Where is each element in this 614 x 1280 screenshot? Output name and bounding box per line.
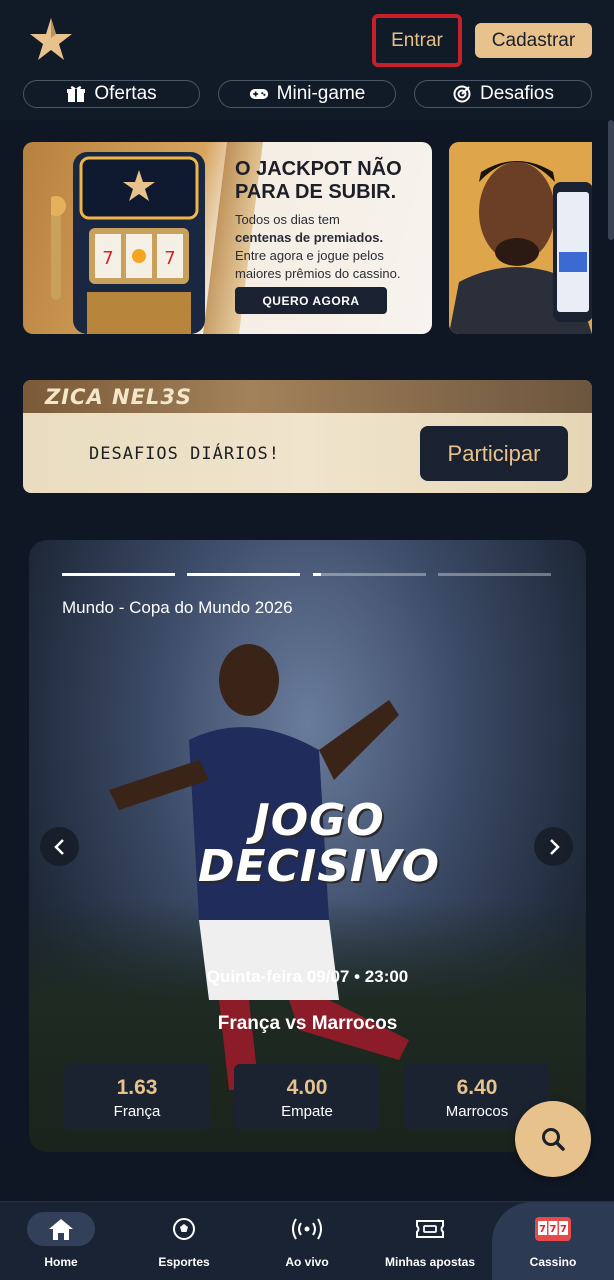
nav-label: Home (44, 1255, 78, 1269)
ambassador-illustration (449, 142, 592, 334)
odd-home-button[interactable]: 1.63 França (64, 1064, 210, 1130)
ticket-icon (415, 1212, 445, 1246)
carousel-progress-3 (313, 573, 426, 576)
promo-text-2: Entre agora e jogue pelos maiores prêmio… (235, 248, 401, 281)
featured-match-carousel[interactable]: Mundo - Copa do Mundo 2026 JOGO DECISIVO… (29, 540, 586, 1152)
odd-value: 6.40 (456, 1076, 498, 1099)
slot-machine-illustration: 7 7 (51, 152, 205, 334)
minigame-pill[interactable]: Mini-game (218, 80, 396, 108)
home-icon (27, 1212, 95, 1246)
gift-icon (67, 86, 86, 102)
page-scrollbar[interactable] (608, 120, 614, 240)
odd-value: 4.00 (286, 1076, 328, 1099)
match-teams: França vs Marrocos (217, 1013, 398, 1034)
promo-text-bold: centenas de premiados. (235, 230, 384, 245)
offers-pill-label: Ofertas (94, 83, 157, 104)
nav-label: Esportes (158, 1255, 210, 1269)
carousel-prev-button[interactable] (40, 827, 79, 866)
gamepad-icon (249, 89, 268, 99)
promo-title: O JACKPOT NÃO PARA DE SUBIR. (235, 158, 402, 203)
nav-home[interactable]: Home (6, 1202, 116, 1280)
odd-draw-button[interactable]: 4.00 Empate (234, 1064, 380, 1130)
challenges-pill[interactable]: Desafios (414, 80, 592, 108)
carousel-next-button[interactable] (534, 827, 573, 866)
nav-label: Cassino (529, 1255, 577, 1269)
star-logo-icon[interactable] (28, 16, 74, 62)
nav-label: Minhas apostas (384, 1255, 476, 1269)
search-icon (542, 1128, 565, 1151)
bottom-navigation: Home Esportes Ao vivo Minhas apostas 7 7… (0, 1201, 614, 1280)
hero-headline-line-1: JOGO (253, 795, 385, 846)
hero-headline-line-2: DECISIVO (198, 841, 440, 892)
minigame-pill-label: Mini-game (276, 83, 366, 104)
slot-machine-icon: 7 7 7 (534, 1212, 572, 1246)
challenge-brand-logo: ZICA NEL3S (45, 385, 193, 409)
daily-challenges-banner[interactable]: ZICA NEL3S DESAFIOS DIÁRIOS! Participar (23, 380, 592, 493)
challenges-pill-label: Desafios (480, 83, 554, 104)
carousel-progress-2 (187, 573, 300, 576)
soccer-ball-icon (172, 1212, 196, 1246)
promo-text-1: Todos os dias tem (235, 212, 340, 227)
nav-casino[interactable]: 7 7 7 Cassino (492, 1202, 614, 1280)
chevron-left-icon (53, 838, 64, 855)
nav-sports[interactable]: Esportes (129, 1202, 239, 1280)
odd-label: Empate (281, 1103, 333, 1120)
target-icon (453, 85, 471, 103)
login-button[interactable]: Entrar (372, 14, 462, 67)
nav-label: Ao vivo (285, 1255, 329, 1269)
odd-label: França (113, 1103, 161, 1120)
svg-text:7: 7 (560, 1224, 567, 1235)
promo-description: Todos os dias tem centenas de premiados.… (235, 211, 425, 283)
signup-button[interactable]: Cadastrar (475, 23, 592, 58)
offers-pill[interactable]: Ofertas (23, 80, 200, 108)
league-name: Mundo - Copa do Mundo 2026 (62, 598, 293, 617)
live-signal-icon (291, 1212, 323, 1246)
svg-text:7: 7 (539, 1224, 546, 1235)
app-header: Entrar Cadastrar Ofertas Mini-game Desaf… (0, 0, 614, 120)
nav-my-bets[interactable]: Minhas apostas (375, 1202, 485, 1280)
search-button[interactable] (515, 1101, 591, 1177)
promo-cta-button[interactable]: QUERO AGORA (235, 287, 387, 314)
secondary-promo-banner[interactable] (449, 142, 592, 334)
nav-live[interactable]: Ao vivo (252, 1202, 362, 1280)
challenge-label: DESAFIOS DIÁRIOS! (89, 444, 280, 464)
svg-text:7: 7 (550, 1224, 557, 1235)
svg-text:7: 7 (164, 248, 175, 269)
hero-headline: JOGO DECISIVO (169, 798, 469, 890)
chevron-right-icon (549, 838, 560, 855)
carousel-progress-1 (62, 573, 175, 576)
match-datetime: Quinta-feira 09/07 • 23:00 (206, 967, 409, 986)
participate-button[interactable]: Participar (420, 426, 568, 481)
carousel-progress-4 (438, 573, 551, 576)
jackpot-promo-banner[interactable]: 7 7 O JACKPOT NÃO PARA DE SUBIR. Todos o… (23, 142, 432, 334)
svg-text:7: 7 (102, 248, 113, 269)
odd-value: 1.63 (116, 1076, 158, 1099)
